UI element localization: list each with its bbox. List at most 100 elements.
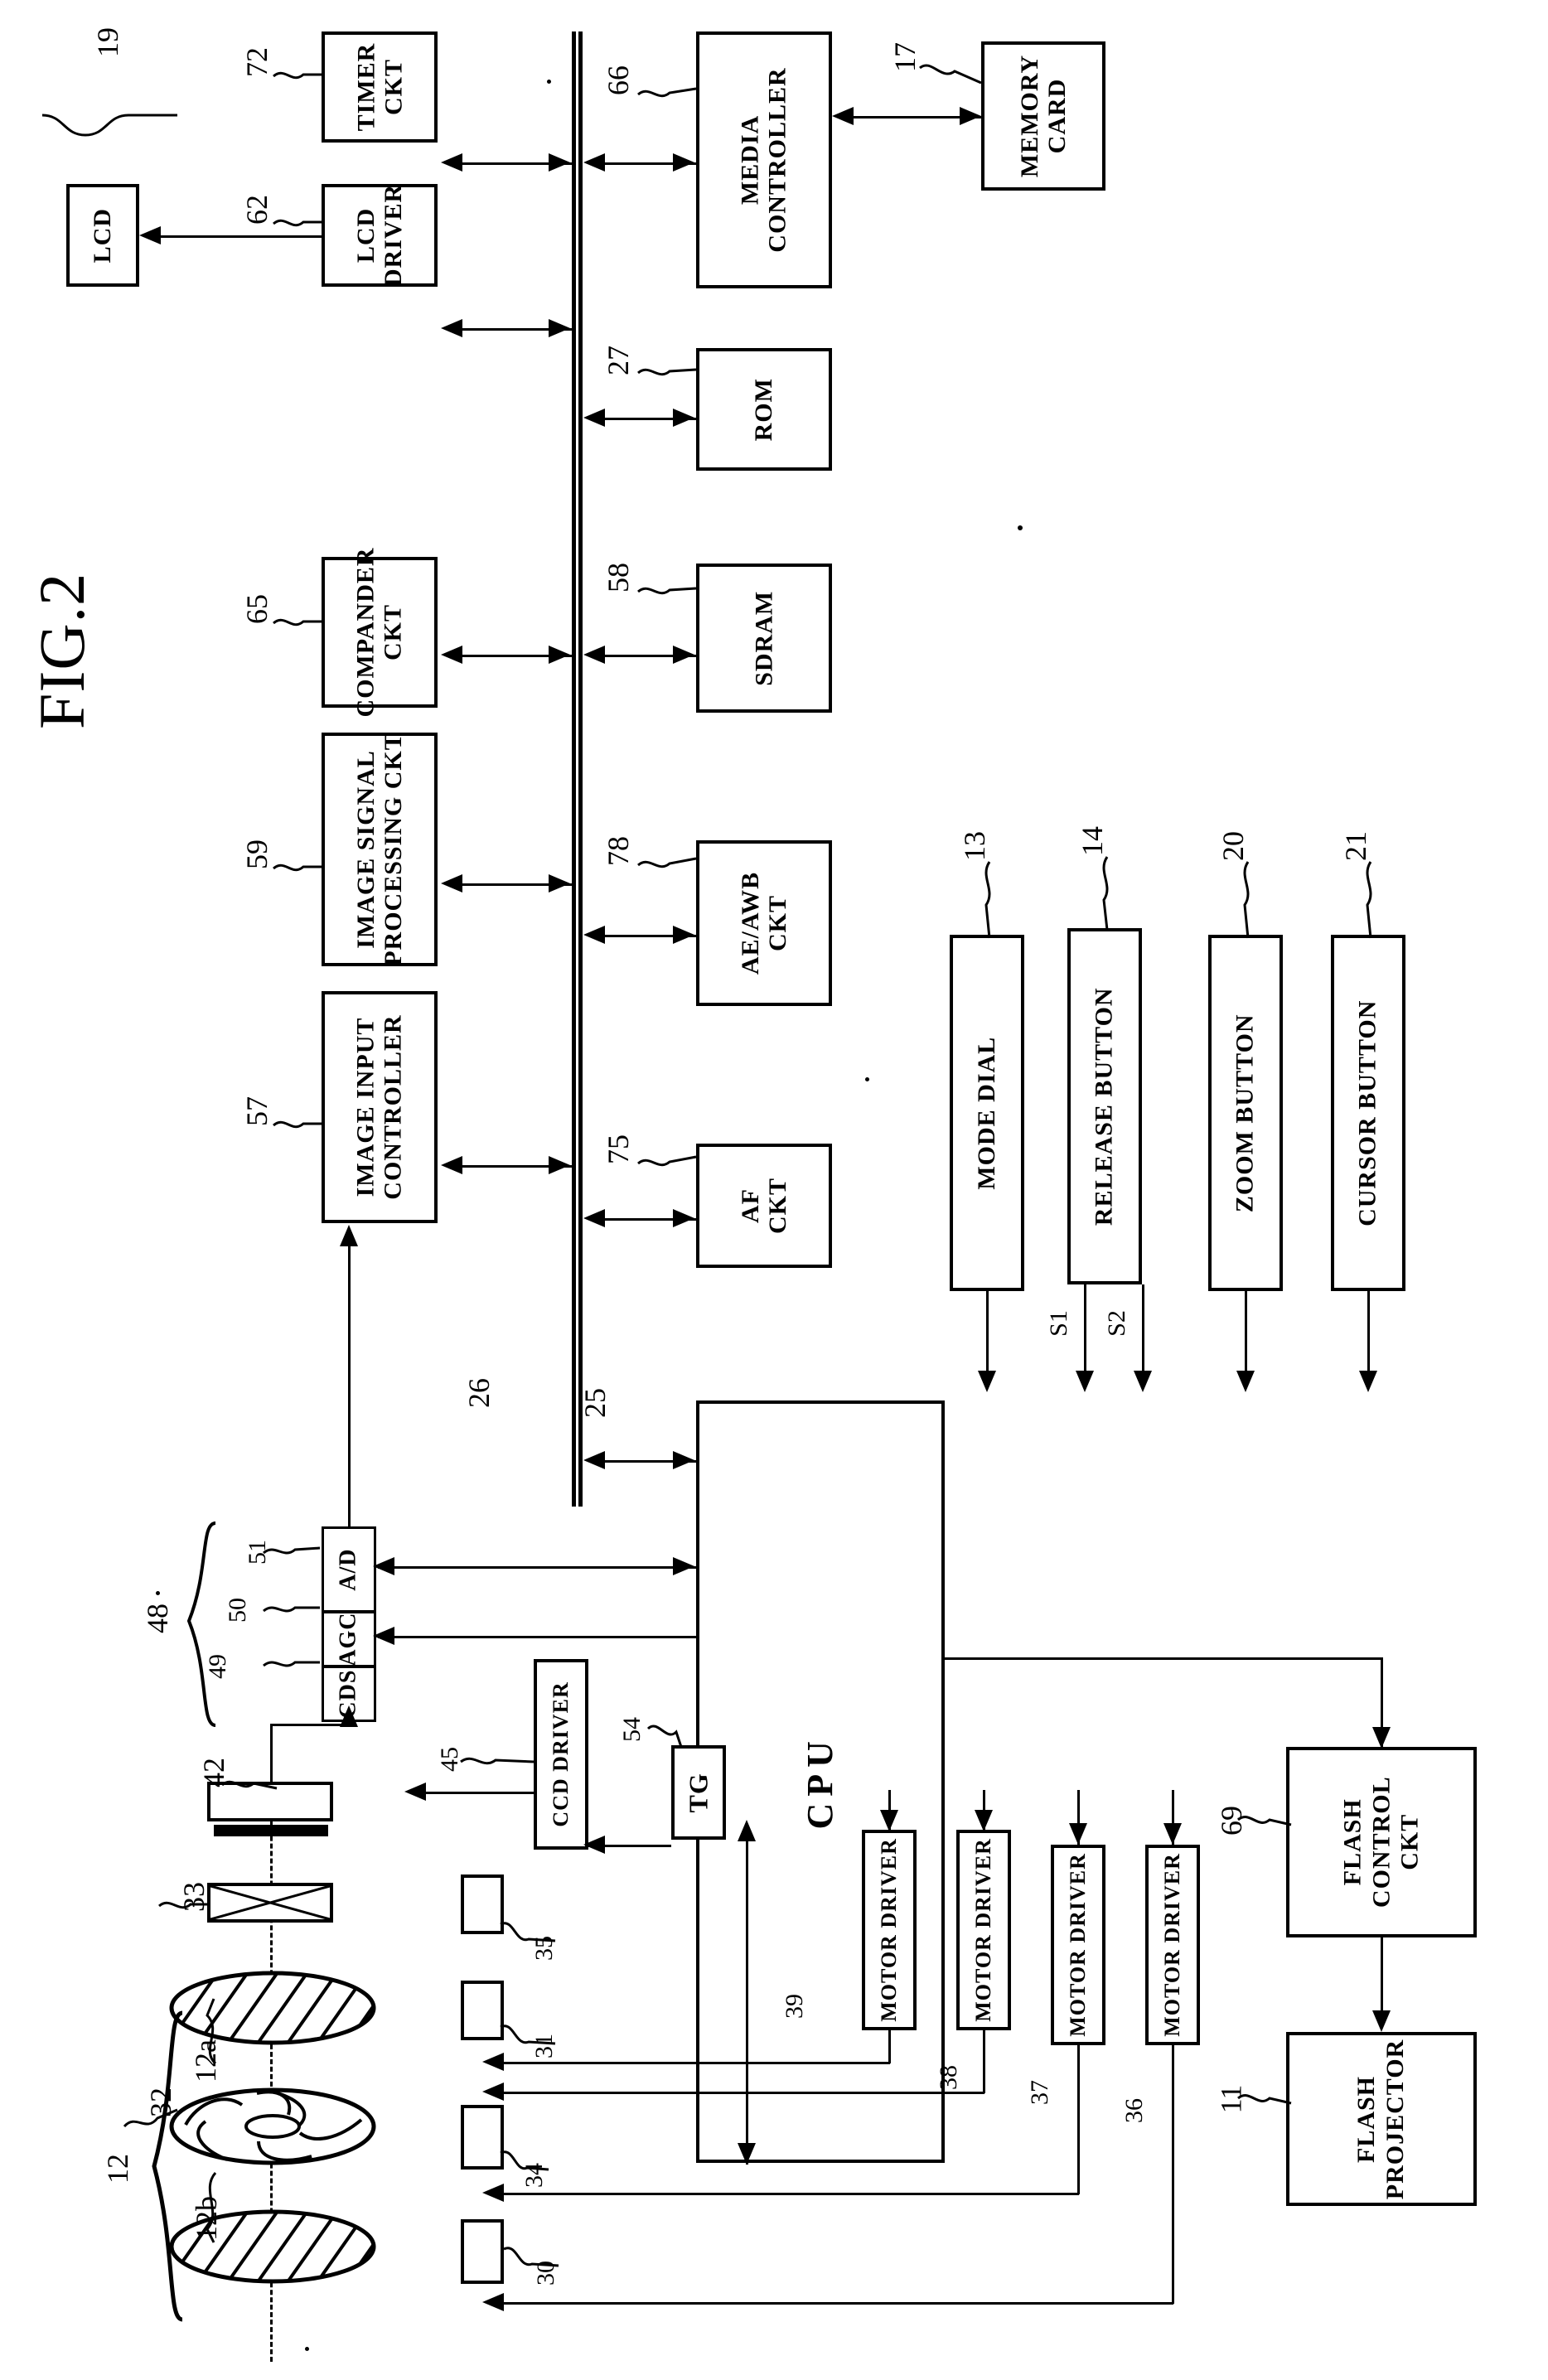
leader-sdram — [637, 583, 699, 603]
block-agc: AGC — [322, 1611, 376, 1667]
ref-motor-driver-38: 38 — [935, 2065, 962, 2090]
block-cursor-button-label: CURSOR BUTTON — [1353, 999, 1381, 1226]
patent-figure-2: FIG.2 26 25 LCD 19 LCD DRIVER 62 TIMER CKT… — [0, 0, 1548, 2380]
leader-memory-card — [919, 63, 984, 88]
arrowhead-bus-af-right — [673, 1209, 694, 1227]
block-mode-dial-label: MODE DIAL — [972, 1036, 1000, 1190]
ref-agc: 50 — [224, 1598, 251, 1623]
arrowhead-flashcontrol-projector — [1372, 2010, 1391, 2032]
leader-flash-control — [1237, 1813, 1294, 1835]
arrowhead-isp-right — [549, 874, 570, 892]
bracket-lens-group — [149, 2010, 186, 2322]
arrowhead-cursorbutton-cpu — [1359, 1371, 1377, 1392]
ref-timer: 72 — [240, 47, 273, 77]
line-zoombutton-cpu — [1245, 1291, 1247, 1374]
block-compander-ckt: COMPANDER CKT — [322, 547, 438, 718]
aperture-iris-32 — [169, 2087, 376, 2166]
arrowhead-ad-iic — [340, 1225, 358, 1246]
arrowhead-lcddriver-left — [441, 319, 462, 337]
line-s2 — [1142, 1284, 1144, 1374]
line-md38-down — [983, 2030, 985, 2093]
block-cpu-label: CPU — [799, 1734, 840, 1830]
block-motor-driver-37-label: MOTOR DRIVER — [1066, 1853, 1091, 2037]
leader-iic — [273, 1119, 325, 1139]
block-timer-ckt: TIMER CKT — [322, 31, 438, 143]
block-sdram-label: SDRAM — [749, 590, 777, 686]
line-afe-cpu-2 — [378, 1636, 696, 1638]
ref-iic: 57 — [240, 1096, 273, 1126]
block-mode-dial[interactable]: MODE DIAL — [950, 935, 1024, 1291]
block-ccd-driver: CCD DRIVER — [534, 1659, 588, 1850]
block-image-signal-processing: IMAGE SIGNAL PROCESSING CKT — [322, 733, 438, 966]
leader-cds — [263, 1656, 323, 1674]
leader-ae-awb — [637, 857, 699, 877]
lens-holder-34 — [461, 2105, 504, 2170]
block-media-controller: MEDIA CONTROLLER — [696, 31, 832, 288]
line-md37-down — [1077, 2045, 1080, 2194]
leader-lens-12b — [197, 1998, 227, 2067]
line-afe-cpu-1 — [378, 1566, 696, 1569]
scan-speck-3 — [156, 1591, 160, 1595]
arrowhead-bus-aeawb-left — [583, 926, 605, 944]
leader-cursor-button — [1356, 861, 1381, 941]
line-ccddriver-ccd — [421, 1792, 534, 1794]
block-cursor-button[interactable]: CURSOR BUTTON — [1331, 935, 1405, 1291]
block-tg-label: TG — [683, 1772, 714, 1813]
block-zoom-button[interactable]: ZOOM BUTTON — [1208, 935, 1283, 1291]
arrowhead-md36-holder30 — [482, 2293, 504, 2311]
scan-speck-5 — [547, 80, 551, 84]
block-ad-label: A/D — [335, 1548, 361, 1591]
line-flashcontrol-projector — [1381, 1937, 1383, 2012]
block-rom: ROM — [696, 348, 832, 471]
arrowhead-bus-rom-right — [673, 409, 694, 427]
line-md38-left — [499, 2092, 984, 2094]
ref-bus-25: 25 — [578, 1388, 612, 1418]
leader-tg — [646, 1724, 685, 1757]
block-ad: A/D — [322, 1526, 376, 1613]
leader-nd-filter — [158, 1898, 210, 1916]
block-sdram: SDRAM — [696, 564, 832, 713]
block-release-button[interactable]: RELEASE BUTTON — [1067, 928, 1142, 1284]
block-isp-label: IMAGE SIGNAL PROCESSING CKT — [352, 733, 407, 966]
arrowhead-bus-sdram-left — [583, 646, 605, 664]
line-md39-down — [888, 2030, 891, 2063]
ref-motor-driver-37: 37 — [1026, 2080, 1053, 2105]
leader-lcd — [41, 50, 177, 186]
line-cursorbutton-cpu — [1367, 1291, 1370, 1374]
line-md36-left — [499, 2302, 1173, 2305]
leader-ad — [263, 1543, 323, 1561]
figure-title: FIG.2 — [26, 572, 98, 729]
block-tg: TG — [671, 1745, 726, 1840]
line-s1 — [1084, 1284, 1086, 1374]
arrowhead-bus-media-right — [673, 153, 694, 172]
ref-ae-awb: 78 — [602, 836, 635, 866]
block-image-input-controller: IMAGE INPUT CONTROLLER — [322, 991, 438, 1223]
bracket-afe — [184, 1521, 219, 1729]
arrowhead-bus-aeawb-right — [673, 926, 694, 944]
ref-lcd-driver: 62 — [240, 195, 273, 225]
arrowhead-compander-left — [441, 646, 462, 664]
leader-mode-dial — [975, 861, 999, 941]
ref-rom: 27 — [602, 346, 635, 375]
optical-element-33-x — [209, 1884, 331, 1921]
arrowhead-media-memcard-right — [960, 107, 981, 125]
line-ccd-cds-h — [270, 1724, 348, 1726]
arrowhead-bus-sdram-right — [673, 646, 694, 664]
block-flash-control-label: FLASH CONTROL CKT — [1338, 1776, 1424, 1908]
arrowhead-tg-ccddriver — [583, 1836, 605, 1854]
lens-holder-30 — [461, 2219, 504, 2284]
block-flash-control-ckt: FLASH CONTROL CKT — [1286, 1747, 1477, 1937]
ref-lens-group-12: 12 — [101, 2154, 134, 2184]
arrowhead-md38-holder31 — [482, 2082, 504, 2101]
line-cds-in — [348, 1720, 351, 1727]
ref-release-button: 14 — [1076, 826, 1109, 856]
block-motor-driver-39: MOTOR DRIVER — [862, 1830, 917, 2030]
line-lcddriver-to-lcd — [156, 235, 322, 238]
arrowhead-lcd — [139, 226, 161, 244]
arrowhead-modedial-cpu — [978, 1371, 996, 1392]
line-md39-left — [499, 2062, 890, 2064]
arrowhead-s2 — [1134, 1371, 1152, 1392]
arrowhead-afe-cpu-1r — [673, 1557, 694, 1575]
block-memory-card: MEMORY CARD — [981, 41, 1105, 191]
block-aeawb-label: AE/AWB CKT — [736, 871, 791, 975]
